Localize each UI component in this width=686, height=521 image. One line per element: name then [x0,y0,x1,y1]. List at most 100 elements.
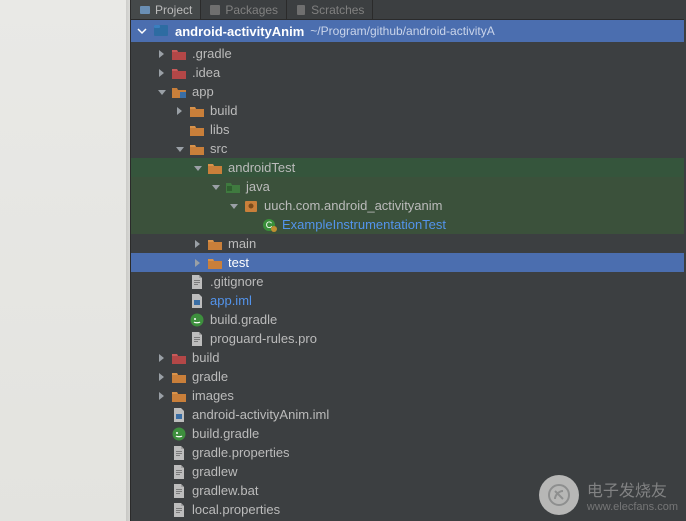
chevron-right-icon[interactable] [157,352,169,364]
tree-row[interactable]: build [131,101,684,120]
project-path: ~/Program/github/android-activityA [310,24,494,38]
folder-module-icon [171,84,187,100]
package-icon [209,4,221,16]
tree-label: proguard-rules.pro [210,329,317,348]
tree-label: android-activityAnim.iml [192,405,329,424]
project-tool-window: Project Packages Scratches android-activ… [130,0,684,521]
tree-label: gradle.properties [192,443,290,462]
tree-row[interactable]: images [131,386,684,405]
project-tree[interactable]: .gradle.ideaappbuildlibssrcandroidTestja… [131,42,684,521]
chevron-down-icon[interactable] [211,181,223,193]
folder-orange-icon [207,236,223,252]
tree-row[interactable]: .gradle [131,44,684,63]
tree-row[interactable]: java [131,177,684,196]
tree-label: gradle [192,367,228,386]
tree-row[interactable]: libs [131,120,684,139]
tree-label: gradlew.bat [192,481,259,500]
tree-label: androidTest [228,158,295,177]
file-text-icon [189,331,205,347]
arrow-spacer [175,124,187,136]
tree-label: main [228,234,256,253]
tree-row[interactable]: ExampleInstrumentationTest [131,215,684,234]
folder-red-icon [171,350,187,366]
project-icon [153,22,169,41]
chevron-right-icon[interactable] [157,48,169,60]
tree-row[interactable]: src [131,139,684,158]
tool-window-tabbar: Project Packages Scratches [131,0,684,20]
arrow-spacer [157,466,169,478]
tree-label: app [192,82,214,101]
folder-orange-icon [171,369,187,385]
tree-label: uuch.com.android_activityanim [264,196,442,215]
file-text-icon [189,274,205,290]
chevron-right-icon[interactable] [157,67,169,79]
tree-row[interactable]: androidTest [131,158,684,177]
tree-label: app.iml [210,291,252,310]
tree-row[interactable]: gradle.properties [131,443,684,462]
project-breadcrumb[interactable]: android-activityAnim ~/Program/github/an… [131,20,684,42]
page-gutter [0,0,130,521]
folder-orange-icon [207,160,223,176]
tree-row[interactable]: build.gradle [131,310,684,329]
chevron-right-icon[interactable] [175,105,187,117]
tree-label: local.properties [192,500,280,519]
chevron-down-icon[interactable] [175,143,187,155]
tab-label: Project [155,3,192,17]
file-text-icon [171,483,187,499]
tree-label: .idea [192,63,220,82]
tree-label: src [210,139,227,158]
tree-label: .gradle [192,44,232,63]
test-class-icon [261,217,277,233]
watermark: 电子发烧友 www.elecfans.com [539,475,678,515]
watermark-text-cn: 电子发烧友 [587,477,678,501]
tree-row[interactable]: build.gradle [131,424,684,443]
tab-scratches[interactable]: Scratches [287,0,373,19]
file-text-icon [171,464,187,480]
tree-label: libs [210,120,230,139]
tree-row[interactable]: main [131,234,684,253]
chevron-right-icon[interactable] [193,238,205,250]
tree-row[interactable]: gradle [131,367,684,386]
chevron-right-icon[interactable] [157,390,169,402]
arrow-spacer [157,504,169,516]
arrow-spacer [157,447,169,459]
chevron-down-icon[interactable] [193,162,205,174]
tree-label: java [246,177,270,196]
project-title: android-activityAnim [175,24,304,39]
arrow-spacer [175,276,187,288]
folder-red-icon [171,65,187,81]
package-icon [243,198,259,214]
tree-row[interactable]: uuch.com.android_activityanim [131,196,684,215]
tree-row[interactable]: .idea [131,63,684,82]
chevron-down-icon[interactable] [157,86,169,98]
chevron-down-icon[interactable] [229,200,241,212]
tab-project[interactable]: Project [131,0,201,19]
tab-packages[interactable]: Packages [201,0,287,19]
watermark-text-url: www.elecfans.com [587,501,678,513]
tree-row[interactable]: test [131,253,684,272]
tree-row[interactable]: build [131,348,684,367]
file-text-icon [171,502,187,518]
chevron-down-icon [137,24,147,39]
tree-row[interactable]: app [131,82,684,101]
scratch-icon [295,4,307,16]
chevron-right-icon[interactable] [193,257,205,269]
tree-label: build.gradle [210,310,277,329]
arrow-spacer [157,409,169,421]
folder-java-icon [225,179,241,195]
tree-row[interactable]: proguard-rules.pro [131,329,684,348]
tree-row[interactable]: .gitignore [131,272,684,291]
file-gradle-icon [171,426,187,442]
arrow-spacer [175,314,187,326]
arrow-spacer [175,295,187,307]
tree-label: build.gradle [192,424,259,443]
arrow-spacer [157,428,169,440]
tree-label: ExampleInstrumentationTest [282,215,446,234]
tree-label: build [210,101,237,120]
tree-row[interactable]: android-activityAnim.iml [131,405,684,424]
tree-row[interactable]: app.iml [131,291,684,310]
chevron-right-icon[interactable] [157,371,169,383]
file-text-icon [171,445,187,461]
tree-label: gradlew [192,462,238,481]
folder-orange-icon [189,103,205,119]
